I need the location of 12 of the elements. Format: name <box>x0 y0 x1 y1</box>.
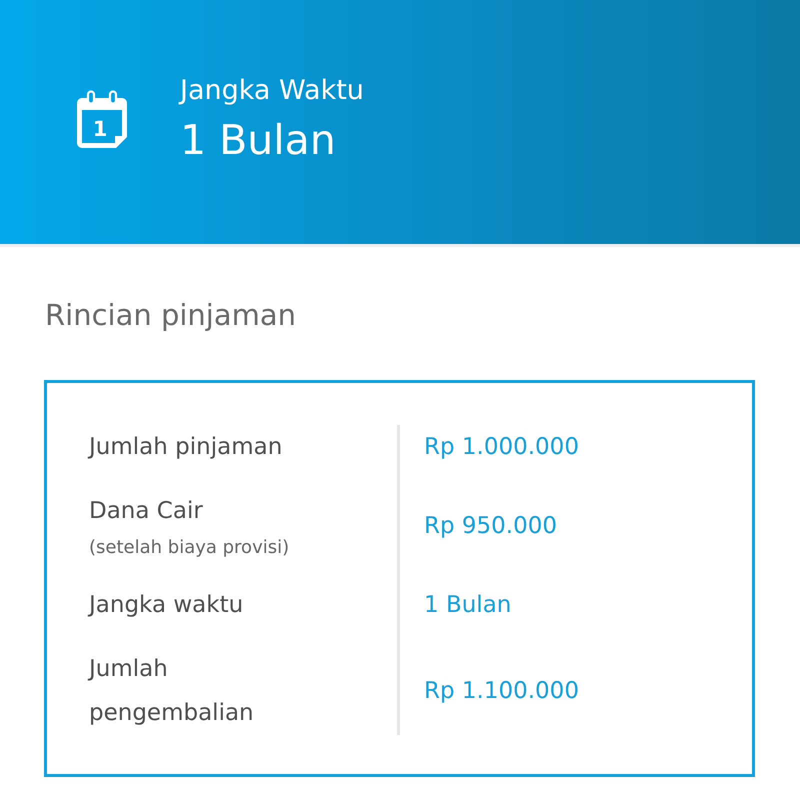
detail-label: Dana Cair <box>89 497 203 526</box>
detail-label: Jangka waktu <box>89 591 244 620</box>
detail-label: Jumlah pinjaman <box>89 433 282 462</box>
detail-value: 1 Bulan <box>423 591 512 620</box>
detail-value: Rp 1.100.000 <box>423 677 579 706</box>
section-title: Rincian pinjaman <box>45 297 296 334</box>
term-label: Jangka Waktu <box>180 74 364 108</box>
detail-label: Jumlah pengembalian <box>89 655 255 728</box>
detail-value: Rp 1.000.000 <box>423 433 579 462</box>
term-value: 1 Bulan <box>180 115 336 166</box>
detail-note: (setelah biaya provisi) <box>89 536 290 560</box>
detail-value: Rp 950.000 <box>423 512 558 541</box>
